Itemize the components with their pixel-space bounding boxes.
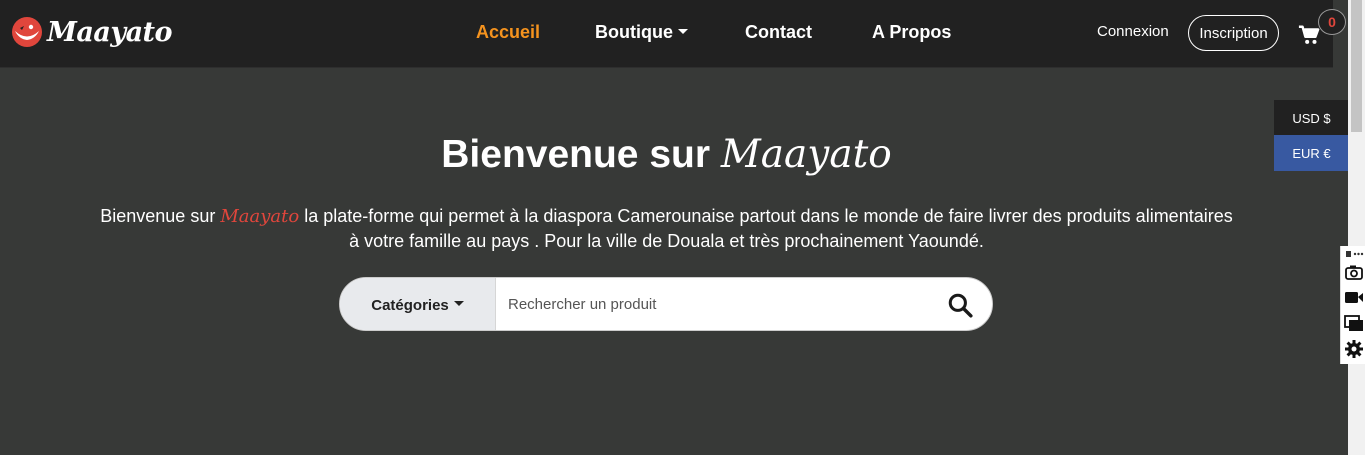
hero-title-prefix: Bienvenue sur [441,133,711,176]
search-input[interactable] [508,278,928,330]
hero-title-brand: Maayato [720,132,892,177]
currency-eur-button[interactable]: EUR € [1274,135,1349,171]
nav-link-contact[interactable]: Contact [745,22,812,43]
signup-button[interactable]: Inscription [1188,15,1279,51]
hero-title: Bienvenue sur Maayato [0,132,1333,177]
hero-text-prefix: Bienvenue sur [100,206,216,226]
camera-icon[interactable] [1344,262,1364,282]
hero-text-brand: Maayato [220,206,300,227]
categories-label: Catégories [371,296,449,314]
caret-down-icon [453,301,464,306]
navbar: Maayato Accueil Boutique Contact A Propo… [0,0,1346,68]
nav-link-boutique[interactable]: Boutique [595,22,688,43]
hero-text-rest: la plate-forme qui permet à la diaspora … [304,206,1233,251]
windows-icon[interactable] [1344,313,1364,333]
cart-icon[interactable] [1298,24,1320,46]
hero-description: Bienvenue sur Maayato la plate-forme qui… [95,204,1238,254]
caret-down-icon [678,29,688,35]
currency-usd-button[interactable]: USD $ [1274,100,1349,136]
scrollbar-thumb[interactable] [1351,0,1362,132]
cart-count-badge: 0 [1318,9,1346,35]
product-search-bar: Catégories [339,277,993,331]
categories-dropdown[interactable]: Catégories [340,278,496,330]
video-icon[interactable] [1344,287,1364,307]
nav-link-accueil[interactable]: Accueil [476,22,540,43]
nav-link-boutique-label: Boutique [595,22,673,42]
nav-link-a-propos[interactable]: A Propos [872,22,951,43]
screenshot-tool-panel [1340,246,1365,364]
search-icon[interactable] [947,292,973,318]
login-link[interactable]: Connexion [1097,23,1169,40]
gear-icon[interactable] [1344,339,1364,359]
dots-icon[interactable] [1344,248,1364,260]
